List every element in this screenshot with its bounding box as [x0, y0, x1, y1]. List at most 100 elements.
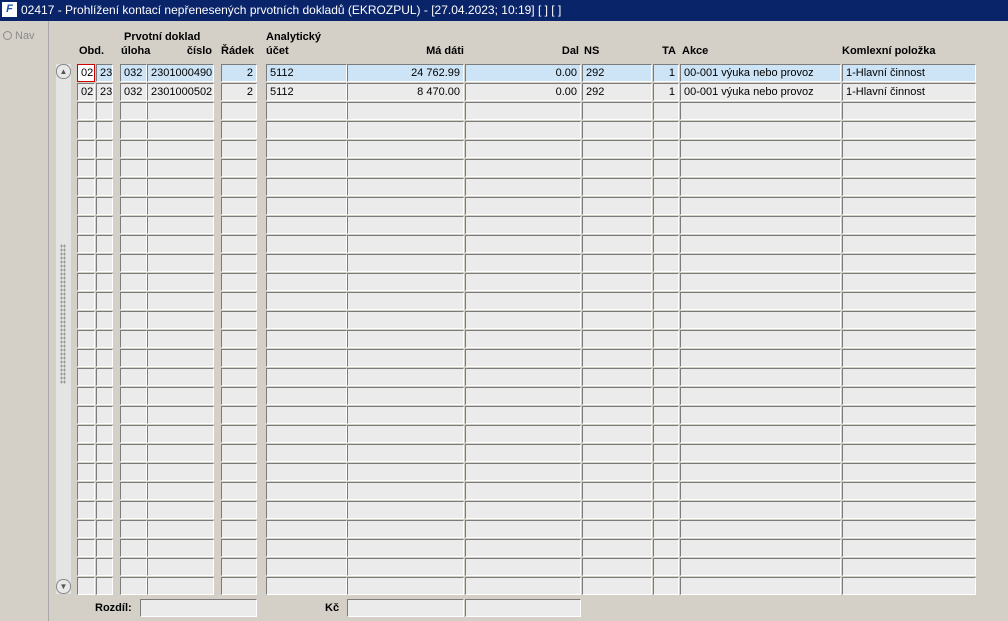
analyticky-ucet-field[interactable] — [266, 558, 347, 576]
obd-year-field[interactable] — [96, 501, 113, 519]
uloha-field[interactable] — [120, 558, 147, 576]
cislo-field[interactable] — [147, 273, 214, 291]
komplexni-polozka-field[interactable] — [842, 254, 976, 272]
radek-field[interactable] — [221, 140, 257, 158]
uloha-field[interactable] — [120, 387, 147, 405]
obd-year-field[interactable] — [96, 520, 113, 538]
komplexni-polozka-field[interactable] — [842, 368, 976, 386]
cislo-field[interactable] — [147, 159, 214, 177]
cislo-field[interactable] — [147, 406, 214, 424]
akce-field[interactable] — [680, 140, 841, 158]
uloha-field[interactable] — [120, 121, 147, 139]
komplexni-polozka-field[interactable]: 1-Hlavní činnost — [842, 64, 976, 82]
obd-year-field[interactable] — [96, 216, 113, 234]
obd-year-field[interactable] — [96, 159, 113, 177]
obd-month-field[interactable] — [77, 273, 95, 291]
radek-field[interactable] — [221, 406, 257, 424]
obd-month-field[interactable] — [77, 121, 95, 139]
dal-field[interactable] — [465, 425, 581, 443]
obd-year-field[interactable] — [96, 330, 113, 348]
cislo-field[interactable] — [147, 463, 214, 481]
dal-field[interactable] — [465, 140, 581, 158]
uloha-field[interactable] — [120, 178, 147, 196]
akce-field[interactable] — [680, 558, 841, 576]
akce-field[interactable] — [680, 368, 841, 386]
ns-field[interactable]: 292 — [582, 83, 652, 101]
analyticky-ucet-field[interactable] — [266, 501, 347, 519]
ta-field[interactable] — [653, 102, 679, 120]
akce-field[interactable] — [680, 292, 841, 310]
dal-field[interactable] — [465, 235, 581, 253]
analyticky-ucet-field[interactable] — [266, 121, 347, 139]
analyticky-ucet-field[interactable] — [266, 406, 347, 424]
obd-year-field[interactable] — [96, 463, 113, 481]
ta-field[interactable] — [653, 349, 679, 367]
radek-field[interactable] — [221, 254, 257, 272]
ta-field[interactable] — [653, 273, 679, 291]
obd-year-field[interactable] — [96, 254, 113, 272]
komplexni-polozka-field[interactable] — [842, 330, 976, 348]
cislo-field[interactable]: 2301000502 — [147, 83, 214, 101]
obd-year-field[interactable] — [96, 140, 113, 158]
obd-year-field[interactable] — [96, 178, 113, 196]
akce-field[interactable] — [680, 311, 841, 329]
komplexni-polozka-field[interactable] — [842, 311, 976, 329]
ma-dati-field[interactable] — [347, 254, 464, 272]
analyticky-ucet-field[interactable] — [266, 520, 347, 538]
ns-field[interactable] — [582, 121, 652, 139]
dal-field[interactable] — [465, 273, 581, 291]
komplexni-polozka-field[interactable] — [842, 406, 976, 424]
cislo-field[interactable] — [147, 349, 214, 367]
ns-field[interactable] — [582, 368, 652, 386]
analyticky-ucet-field[interactable] — [266, 273, 347, 291]
uloha-field[interactable] — [120, 273, 147, 291]
akce-field[interactable] — [680, 216, 841, 234]
akce-field[interactable] — [680, 539, 841, 557]
ta-field[interactable] — [653, 520, 679, 538]
cislo-field[interactable] — [147, 444, 214, 462]
ta-field[interactable]: 1 — [653, 83, 679, 101]
obd-year-field[interactable] — [96, 292, 113, 310]
komplexni-polozka-field[interactable] — [842, 273, 976, 291]
dal-field[interactable] — [465, 121, 581, 139]
radek-field[interactable] — [221, 273, 257, 291]
ta-field[interactable] — [653, 501, 679, 519]
cislo-field[interactable] — [147, 387, 214, 405]
scroll-up-icon[interactable]: ▲ — [56, 64, 71, 79]
akce-field[interactable] — [680, 121, 841, 139]
analyticky-ucet-field[interactable] — [266, 463, 347, 481]
obd-month-field[interactable] — [77, 501, 95, 519]
obd-month-field[interactable] — [77, 577, 95, 595]
scroll-down-icon[interactable]: ▼ — [56, 579, 71, 594]
ns-field[interactable] — [582, 539, 652, 557]
komplexni-polozka-field[interactable] — [842, 235, 976, 253]
analyticky-ucet-field[interactable] — [266, 425, 347, 443]
ta-field[interactable] — [653, 558, 679, 576]
ma-dati-field[interactable]: 8 470.00 — [347, 83, 464, 101]
analyticky-ucet-field[interactable] — [266, 292, 347, 310]
dal-field[interactable] — [465, 197, 581, 215]
ta-field[interactable] — [653, 425, 679, 443]
komplexni-polozka-field[interactable] — [842, 425, 976, 443]
obd-year-field[interactable] — [96, 425, 113, 443]
uloha-field[interactable] — [120, 482, 147, 500]
obd-month-field[interactable] — [77, 311, 95, 329]
dal-field[interactable] — [465, 216, 581, 234]
radek-field[interactable] — [221, 387, 257, 405]
ma-dati-field[interactable] — [347, 178, 464, 196]
radek-field[interactable] — [221, 121, 257, 139]
komplexni-polozka-field[interactable] — [842, 292, 976, 310]
obd-year-field[interactable] — [96, 387, 113, 405]
radek-field[interactable] — [221, 292, 257, 310]
akce-field[interactable] — [680, 425, 841, 443]
analyticky-ucet-field[interactable] — [266, 216, 347, 234]
obd-month-field[interactable] — [77, 539, 95, 557]
akce-field[interactable] — [680, 482, 841, 500]
radek-field[interactable] — [221, 425, 257, 443]
obd-year-field[interactable] — [96, 444, 113, 462]
dal-field[interactable]: 0.00 — [465, 83, 581, 101]
komplexni-polozka-field[interactable] — [842, 558, 976, 576]
ns-field[interactable] — [582, 235, 652, 253]
ns-field[interactable] — [582, 349, 652, 367]
dal-field[interactable] — [465, 159, 581, 177]
